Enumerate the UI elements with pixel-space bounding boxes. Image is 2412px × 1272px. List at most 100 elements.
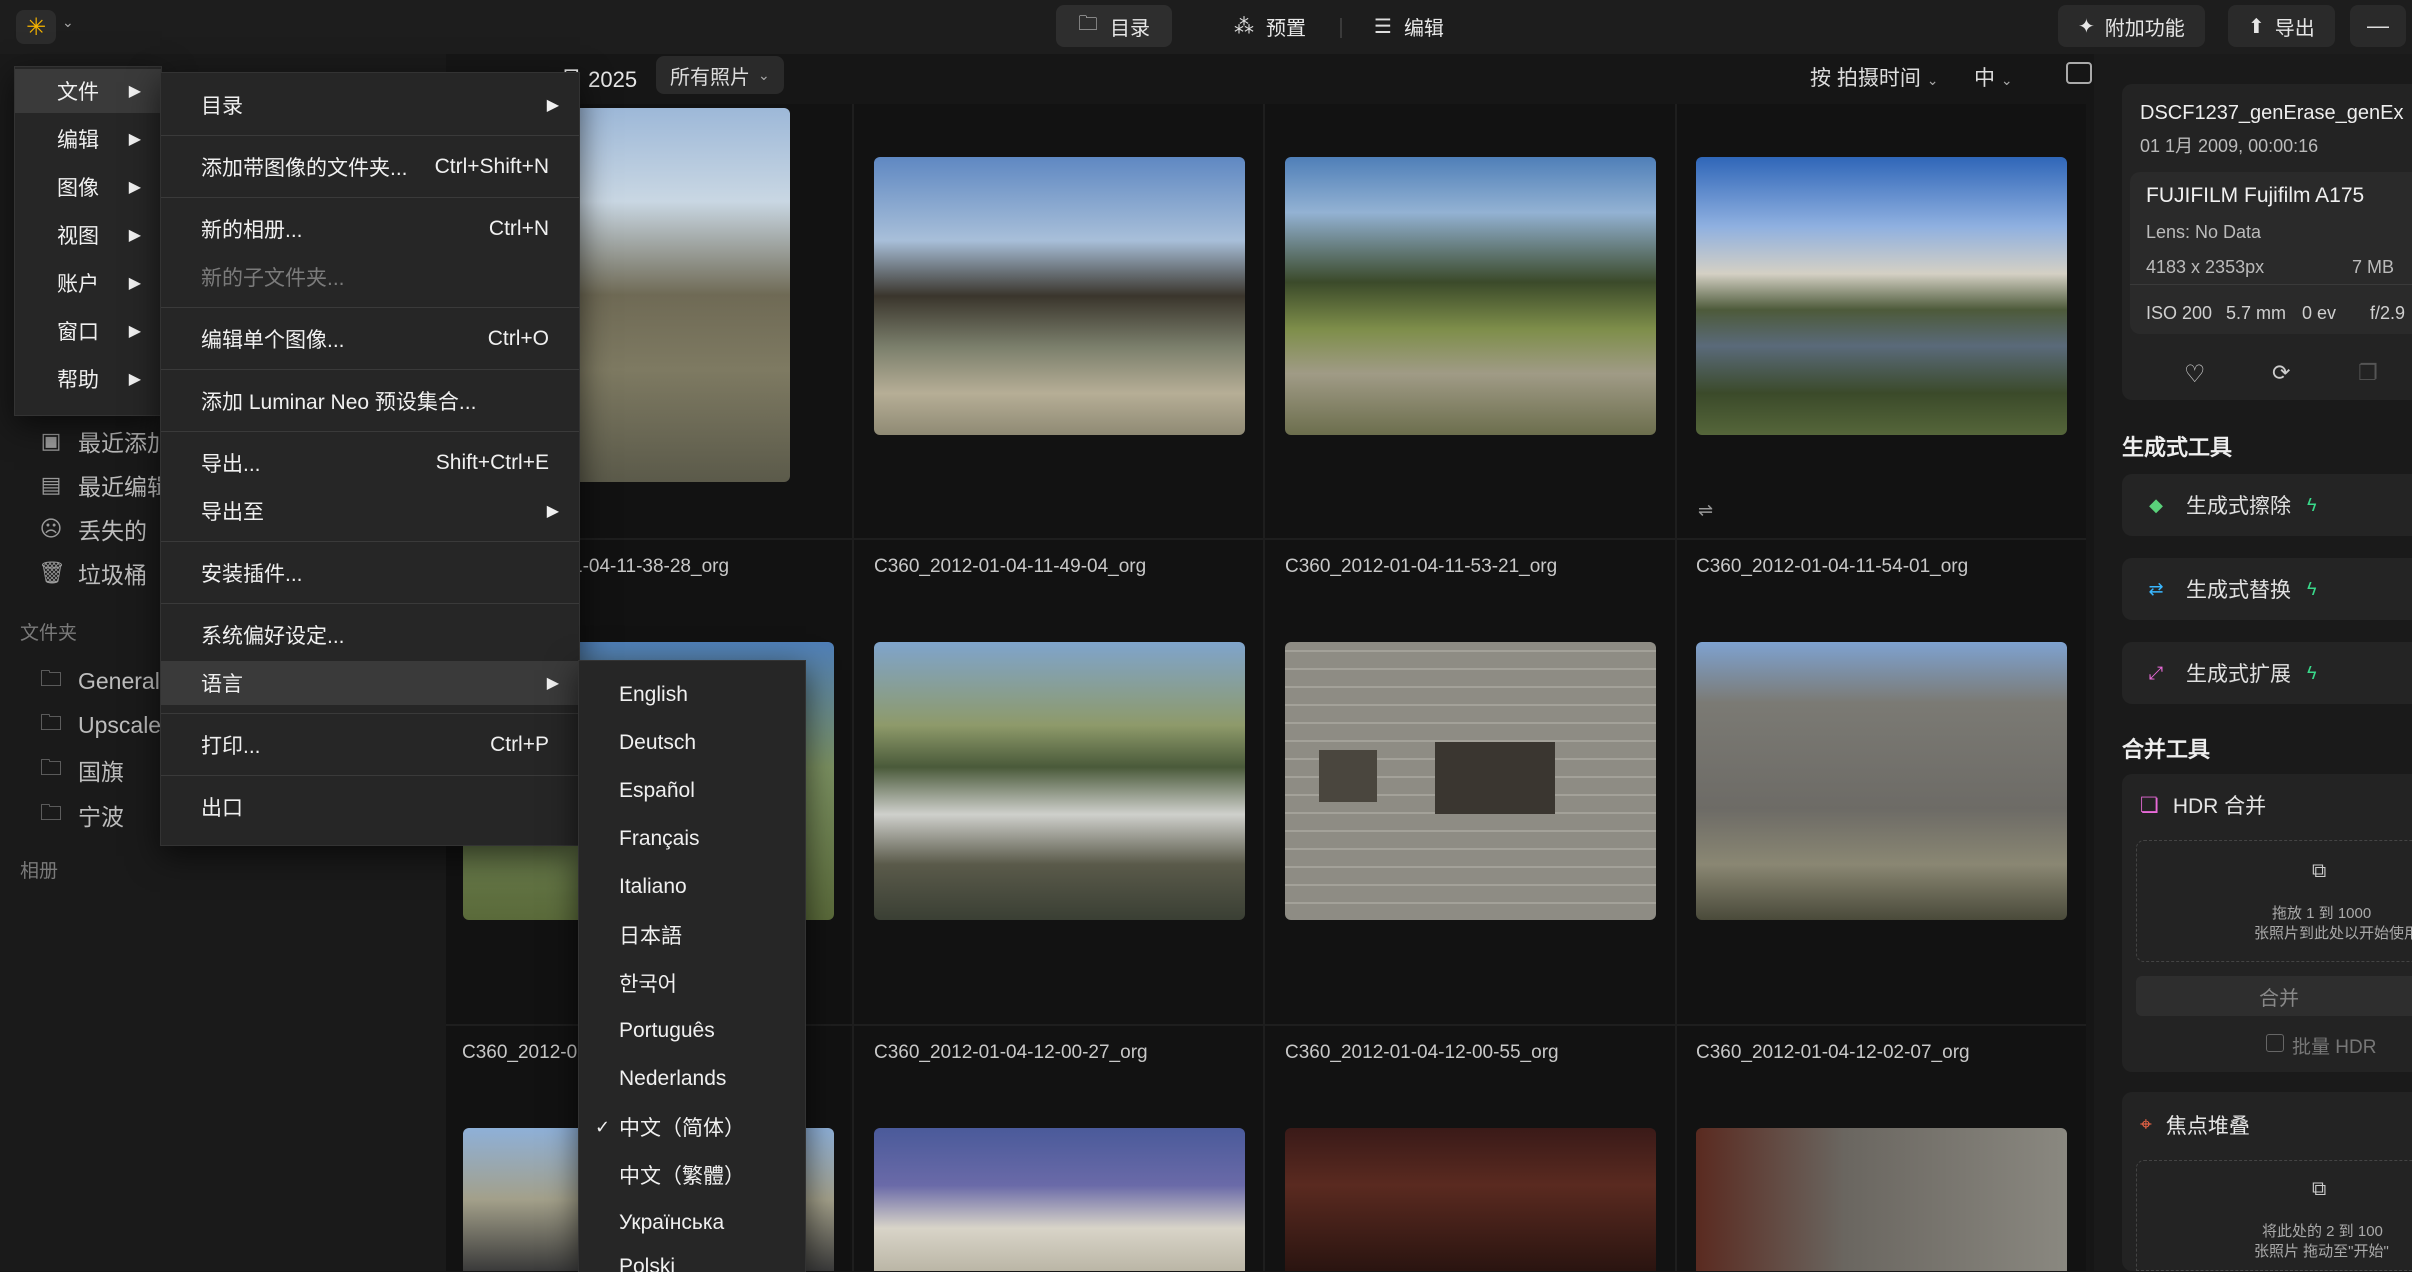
language-submenu: English Deutsch Español Français Italian… — [578, 660, 806, 1272]
minimize-button[interactable]: — — [2350, 5, 2406, 47]
menu-item-print[interactable]: 打印... Ctrl+P — [161, 723, 579, 767]
shortcut-label: Shift+Ctrl+E — [435, 451, 549, 474]
gen-swap-button[interactable]: ⇄ 生成式替换 ϟ — [2122, 558, 2412, 620]
lang-item-polish[interactable]: Polski — [579, 1249, 805, 1272]
photo-thumbnail[interactable] — [874, 642, 1245, 920]
photo-thumbnail[interactable] — [1285, 1128, 1656, 1271]
triangle-right-icon: ▶ — [128, 371, 141, 388]
plaque-shape — [1435, 742, 1555, 814]
menu-item-export-to[interactable]: 导出至 ▶ — [161, 489, 579, 533]
sidebar-folder-general[interactable]: 🗀 General — [38, 662, 160, 700]
sparkle-icon: ✦ — [2078, 15, 2095, 38]
menu-item-label: 添加带图像的文件夹... — [201, 157, 408, 180]
rotate-icon[interactable]: ⟳ — [2272, 360, 2290, 386]
menu-item-install-plugin[interactable]: 安装插件... — [161, 551, 579, 595]
lang-item-korean[interactable]: 한국어 — [579, 961, 805, 1005]
tab-edit[interactable]: ☰ 编辑 — [1352, 5, 1466, 47]
lang-item-ukrainian[interactable]: Українська — [579, 1201, 805, 1245]
triangle-right-icon: ▶ — [546, 97, 559, 114]
menu-item-edit[interactable]: 编辑 ▶ — [15, 117, 161, 161]
panel-toggle-icon[interactable] — [2066, 62, 2092, 84]
menu-separator — [161, 713, 579, 714]
tab-catalog[interactable]: 🗀 目录 — [1056, 5, 1172, 47]
shortcut-label: Ctrl+Shift+N — [434, 155, 549, 178]
batch-hdr-checkbox[interactable] — [2266, 1034, 2284, 1052]
menu-item-language[interactable]: 语言 ▶ — [161, 661, 579, 705]
menu-item-new-subfolder[interactable]: 新的子文件夹... — [161, 255, 579, 299]
hdr-header: ❏ HDR 合并 — [2140, 790, 2266, 820]
lang-item-italian[interactable]: Italiano — [579, 865, 805, 909]
gen-erase-button[interactable]: ◆ 生成式擦除 ϟ — [2122, 474, 2412, 536]
duplicate-icon[interactable]: ❐ — [2358, 360, 2378, 386]
photo-thumbnail[interactable] — [874, 157, 1245, 435]
menu-item-image[interactable]: 图像 ▶ — [15, 165, 161, 209]
photo-filename: 1-04-11-38-28_org — [572, 556, 730, 577]
menu-item-add-preset[interactable]: 添加 Luminar Neo 预设集合... — [161, 379, 579, 423]
size-dropdown[interactable]: 中 ⌄ — [1974, 62, 2013, 92]
triangle-right-icon: ▶ — [546, 675, 559, 692]
info-focal: 5.7 mm — [2226, 303, 2287, 323]
lang-item-chinese-simplified[interactable]: ✓ 中文（简体） — [579, 1105, 805, 1149]
menu-item-catalog[interactable]: 目录 ▶ — [161, 83, 579, 127]
extras-button[interactable]: ✦ 附加功能 — [2058, 5, 2205, 47]
lang-item-japanese[interactable]: 日本語 — [579, 913, 805, 957]
menu-item-view[interactable]: 视图 ▶ — [15, 213, 161, 257]
hdr-dropzone[interactable] — [2136, 840, 2412, 962]
lang-item-french[interactable]: Français — [579, 817, 805, 861]
photo-thumbnail[interactable] — [1285, 157, 1656, 435]
menu-item-window[interactable]: 窗口 ▶ — [15, 309, 161, 353]
merge-button[interactable]: 合并 — [2136, 976, 2412, 1016]
photo-thumbnail[interactable] — [1696, 1128, 2067, 1271]
sort-dropdown[interactable]: 按 拍摄时间 ⌄ — [1810, 62, 1938, 92]
sidebar-folder-flags[interactable]: 🗀 国旗 — [38, 751, 124, 789]
menu-separator — [161, 541, 579, 542]
albums-section-label: 相册 — [20, 861, 59, 882]
sidebar-item-trash[interactable]: 🗑 垃圾桶 — [38, 556, 147, 590]
photo-thumbnail[interactable] — [874, 1128, 1245, 1271]
menu-item-file[interactable]: 文件 ▶ — [15, 69, 161, 113]
photo-thumbnail[interactable] — [1285, 642, 1656, 920]
heart-icon[interactable]: ♡ — [2184, 360, 2206, 389]
sidebar-folder-upscale[interactable]: 🗀 Upscale — [38, 706, 161, 744]
swap-icon: ⇄ — [2148, 578, 2164, 599]
menu-separator — [161, 307, 579, 308]
app-logo-button[interactable]: ✳ — [16, 10, 56, 44]
top-bar: ✳ ⌄ 🗀 目录 ⁂ 预置 ☰ 编辑 ✦ 附加功能 ⬆ 导出 — — [0, 0, 2412, 54]
sidebar-item-recent-added[interactable]: ▣ 最近添加 — [38, 424, 170, 458]
menu-item-export[interactable]: 导出... Shift+Ctrl+E — [161, 441, 579, 485]
menu-item-exit[interactable]: 出口 — [161, 785, 579, 829]
filter-label: 所有照片 — [670, 66, 750, 89]
info-camera: FUJIFILM Fujifilm A175 — [2146, 184, 2365, 207]
focus-stack-title: 焦点堆叠 — [2165, 1115, 2250, 1138]
lang-item-chinese-traditional[interactable]: 中文（繁體） — [579, 1153, 805, 1197]
chevron-down-icon[interactable]: ⌄ — [62, 14, 74, 31]
tab-presets[interactable]: ⁂ 预置 — [1212, 5, 1328, 47]
menu-item-account[interactable]: 账户 ▶ — [15, 261, 161, 305]
lang-item-dutch[interactable]: Nederlands — [579, 1057, 805, 1101]
lang-item-spanish[interactable]: Español — [579, 769, 805, 813]
focus-icon: ⌖ — [2140, 1113, 2152, 1136]
chevron-down-icon: ⌄ — [758, 66, 770, 83]
lang-item-portuguese[interactable]: Português — [579, 1009, 805, 1053]
magic-wand-icon: ⁂ — [1234, 15, 1254, 38]
tab-catalog-label: 目录 — [1110, 17, 1150, 40]
menu-item-preferences[interactable]: 系统偏好设定... — [161, 613, 579, 657]
lang-item-german[interactable]: Deutsch — [579, 721, 805, 765]
menu-item-add-folder[interactable]: 添加带图像的文件夹... Ctrl+Shift+N — [161, 145, 579, 189]
menu-item-help[interactable]: 帮助 ▶ — [15, 357, 161, 401]
filter-dropdown[interactable]: 所有照片 ⌄ — [656, 56, 784, 94]
sidebar-item-recent-edited[interactable]: ▤ 最近编辑 — [38, 468, 170, 502]
lang-item-english[interactable]: English — [579, 673, 805, 717]
edit-stack-icon: ▤ — [40, 472, 62, 497]
menu-item-new-album[interactable]: 新的相册... Ctrl+N — [161, 207, 579, 251]
menu-item-edit-single[interactable]: 编辑单个图像... Ctrl+O — [161, 317, 579, 361]
gen-tools-title: 生成式工具 — [2122, 435, 2233, 460]
gen-expand-button[interactable]: ⤢ 生成式扩展 ϟ — [2122, 642, 2412, 704]
photo-thumbnail[interactable] — [1696, 642, 2067, 920]
sidebar-item-lost[interactable]: ☹ 丢失的 — [38, 512, 147, 546]
sidebar-folder-ningbo[interactable]: 🗀 宁波 — [38, 796, 124, 834]
export-button[interactable]: ⬆ 导出 — [2228, 5, 2335, 47]
sidebar-item-label: 丢失的 — [78, 518, 147, 544]
photo-thumbnail[interactable] — [1696, 157, 2067, 435]
photo-filename: C360_2012-01-04-12-00-55_org — [1285, 1042, 1559, 1063]
